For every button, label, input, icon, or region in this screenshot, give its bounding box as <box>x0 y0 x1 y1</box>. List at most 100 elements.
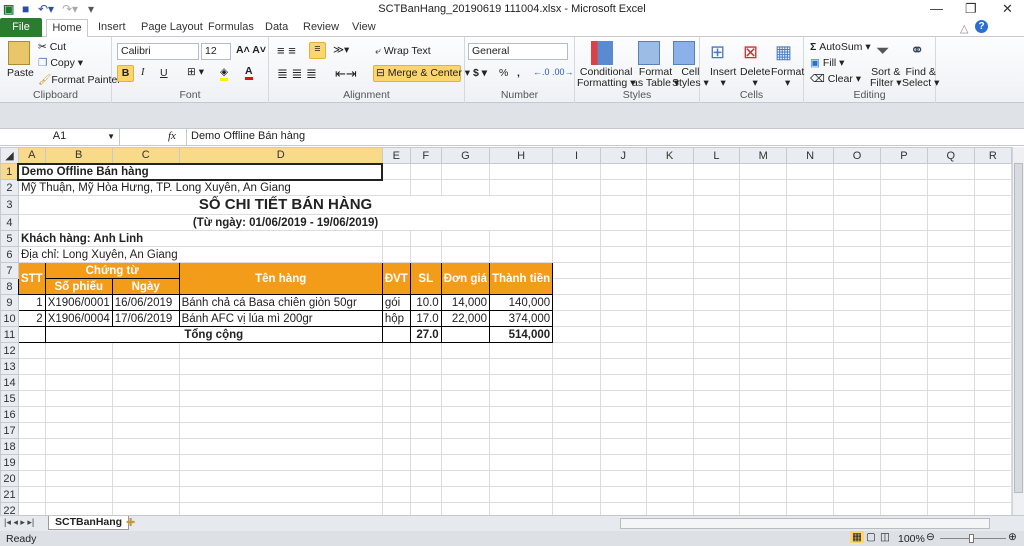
cell[interactable] <box>879 486 928 503</box>
cell[interactable] <box>926 486 975 503</box>
cell[interactable] <box>926 422 975 439</box>
ribbon-minimize-icon[interactable]: △ <box>960 22 968 35</box>
cell[interactable] <box>645 163 694 180</box>
cell[interactable] <box>786 438 835 455</box>
cell-item[interactable]: Bánh chả cá Basa chiên giòn 50gr <box>178 294 383 311</box>
cell[interactable] <box>973 230 1012 247</box>
cell[interactable] <box>973 454 1012 471</box>
row-header[interactable]: 17 <box>0 422 19 439</box>
column-header[interactable]: J <box>599 147 647 164</box>
cell[interactable] <box>552 454 601 471</box>
cell[interactable] <box>552 358 601 375</box>
help-icon[interactable]: ? <box>975 20 988 33</box>
cell[interactable] <box>786 454 835 471</box>
tab-data[interactable]: Data <box>265 20 288 37</box>
cell[interactable] <box>692 163 741 180</box>
cell[interactable] <box>973 422 1012 439</box>
cell-empty[interactable] <box>17 326 46 343</box>
insert-cells-button[interactable]: Insert ▾ <box>710 67 736 89</box>
tab-review[interactable]: Review <box>303 20 339 37</box>
cell[interactable] <box>833 454 881 471</box>
cell[interactable] <box>973 470 1012 487</box>
select-all-corner[interactable]: ◢ <box>0 147 19 164</box>
cell[interactable] <box>879 342 928 359</box>
cell[interactable] <box>833 310 881 327</box>
fill-color-icon[interactable]: ◈ <box>220 66 229 81</box>
total-qty[interactable]: 27.0 <box>409 326 442 343</box>
cell[interactable] <box>599 310 647 327</box>
cell[interactable] <box>44 374 113 391</box>
cell[interactable] <box>973 294 1012 311</box>
cell-unit[interactable]: gói <box>381 294 411 311</box>
cell[interactable] <box>409 422 442 439</box>
cell[interactable] <box>489 163 554 180</box>
cell[interactable] <box>692 262 741 279</box>
cell[interactable] <box>786 230 835 247</box>
cell[interactable] <box>645 422 694 439</box>
row-header[interactable]: 2 <box>0 179 19 196</box>
cell[interactable] <box>599 163 647 180</box>
cell[interactable] <box>692 470 741 487</box>
cell[interactable] <box>599 374 647 391</box>
cell[interactable] <box>440 246 491 263</box>
cell[interactable] <box>645 310 694 327</box>
cell[interactable] <box>692 278 741 295</box>
cell[interactable] <box>111 422 180 439</box>
cell[interactable] <box>786 310 835 327</box>
cell[interactable] <box>833 486 881 503</box>
column-header[interactable]: G <box>440 147 491 164</box>
cell[interactable] <box>552 163 601 180</box>
cell[interactable] <box>786 163 835 180</box>
cell[interactable] <box>552 342 601 359</box>
cell[interactable] <box>489 454 554 471</box>
cell[interactable] <box>552 179 601 196</box>
cell[interactable] <box>381 454 411 471</box>
cell[interactable] <box>692 195 741 215</box>
column-header[interactable]: B <box>44 147 113 164</box>
cell[interactable] <box>599 502 647 515</box>
column-header[interactable]: I <box>552 147 601 164</box>
cell[interactable] <box>44 486 113 503</box>
cell[interactable] <box>409 486 442 503</box>
cell[interactable] <box>440 163 491 180</box>
cell[interactable] <box>926 294 975 311</box>
row-header[interactable]: 22 <box>0 502 19 515</box>
grow-font-icon[interactable]: A˄ A˅ <box>236 44 266 56</box>
row-header[interactable]: 3 <box>0 195 19 215</box>
cell[interactable] <box>879 294 928 311</box>
cell[interactable] <box>599 246 647 263</box>
cell[interactable] <box>833 502 881 515</box>
cell[interactable] <box>489 374 554 391</box>
zoom-level[interactable]: 100% <box>898 533 925 545</box>
cell[interactable] <box>692 294 741 311</box>
cell[interactable] <box>786 278 835 295</box>
cell[interactable] <box>833 195 881 215</box>
cell[interactable] <box>44 406 113 423</box>
cell[interactable] <box>178 358 383 375</box>
cell[interactable] <box>739 422 788 439</box>
cell[interactable] <box>926 195 975 215</box>
cell[interactable] <box>552 422 601 439</box>
scroll-thumb[interactable] <box>1014 163 1023 493</box>
header-voucher-no[interactable]: Số phiếu <box>44 278 113 295</box>
cell[interactable] <box>739 310 788 327</box>
cell[interactable] <box>973 486 1012 503</box>
column-header[interactable]: M <box>739 147 788 164</box>
header-stt[interactable]: STT <box>17 262 46 295</box>
row-header[interactable]: 12 <box>0 342 19 359</box>
cell[interactable] <box>739 278 788 295</box>
cell[interactable] <box>926 438 975 455</box>
cell[interactable] <box>111 470 180 487</box>
cell[interactable] <box>879 470 928 487</box>
cell[interactable] <box>489 179 554 196</box>
cell[interactable] <box>645 470 694 487</box>
cell[interactable] <box>440 422 491 439</box>
cell-company[interactable]: Demo Offline Bán hàng <box>17 162 384 181</box>
cell[interactable] <box>17 406 46 423</box>
cell[interactable] <box>409 470 442 487</box>
cell[interactable] <box>409 390 442 407</box>
cell[interactable] <box>786 390 835 407</box>
row-header[interactable]: 4 <box>0 214 19 231</box>
tab-formulas[interactable]: Formulas <box>208 20 254 37</box>
delete-cells-button[interactable]: Delete ▾ <box>740 67 770 89</box>
